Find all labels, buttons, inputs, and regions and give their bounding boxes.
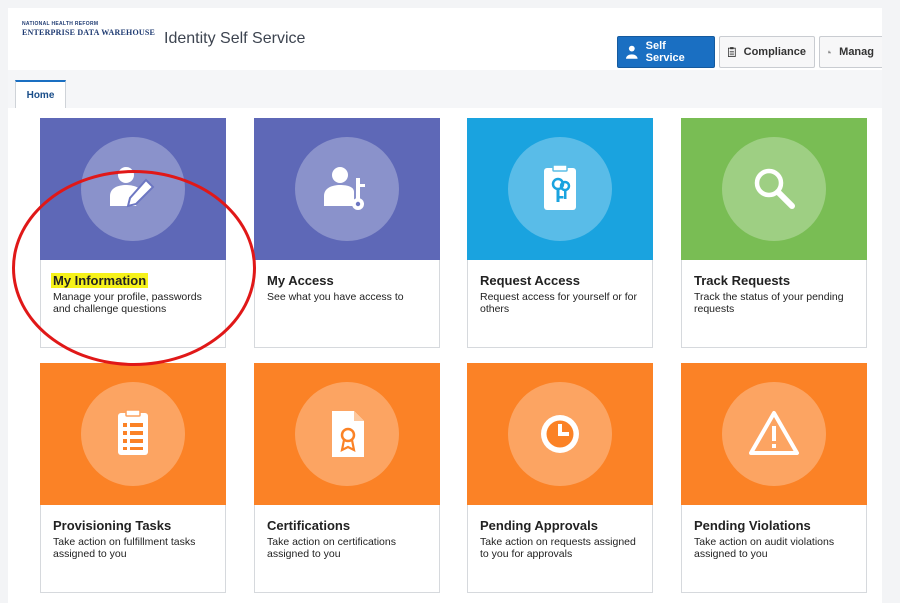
card-banner: [40, 363, 226, 505]
self-service-label: Self Service: [645, 40, 685, 64]
card-banner: [254, 363, 440, 505]
card-description: Take action on requests assigned to you …: [480, 536, 636, 560]
app-frame: NATIONAL HEALTH REFORM ENTERPRISE DATA W…: [0, 0, 900, 603]
card-request-access[interactable]: Request Access Request access for yourse…: [467, 118, 653, 348]
app-header: NATIONAL HEALTH REFORM ENTERPRISE DATA W…: [8, 8, 882, 71]
card-banner: [467, 363, 653, 505]
tab-bar: Home: [8, 70, 882, 109]
magnifier-icon: [754, 168, 795, 209]
logo: NATIONAL HEALTH REFORM ENTERPRISE DATA W…: [22, 22, 155, 37]
card-title: Pending Approvals: [480, 518, 598, 533]
logo-line1: NATIONAL HEALTH REFORM: [22, 21, 99, 27]
icon-circle: [508, 137, 612, 241]
key-card-icon: [544, 164, 576, 210]
card-banner: [467, 118, 653, 260]
card-title: Certifications: [267, 518, 351, 533]
card-title: My Information: [51, 273, 149, 288]
card-banner: [40, 118, 226, 260]
manage-button[interactable]: Manag: [819, 36, 882, 68]
card-provisioning-tasks[interactable]: Provisioning Tasks Take action on fulfil…: [40, 363, 226, 593]
card-my-information[interactable]: My Information Manage your profile, pass…: [40, 118, 226, 348]
icon-circle: [722, 137, 826, 241]
card-description: Take action on audit violations assigned…: [694, 536, 835, 560]
card-title: Provisioning Tasks: [53, 518, 172, 533]
card-track-requests[interactable]: Track Requests Track the status of your …: [681, 118, 867, 348]
card-description: Take action on certifications assigned t…: [267, 536, 396, 560]
clock-icon: [541, 415, 579, 453]
warning-icon: [749, 411, 799, 455]
card-pending-approvals[interactable]: Pending Approvals Take action on request…: [467, 363, 653, 593]
card-certifications[interactable]: Certifications Take action on certificat…: [254, 363, 440, 593]
app-title: Identity Self Service: [164, 30, 306, 47]
card-title: Pending Violations: [694, 518, 811, 533]
icon-circle: [508, 382, 612, 486]
certificate-icon: [332, 411, 364, 457]
dashboard-content: My Information Manage your profile, pass…: [8, 108, 882, 603]
task-list-icon: [118, 409, 148, 455]
card-pending-violations[interactable]: Pending Violations Take action on audit …: [681, 363, 867, 593]
manage-label: Manag: [839, 46, 874, 58]
card-description: Manage your profile, passwords and chall…: [53, 291, 202, 315]
user-edit-icon: [110, 167, 155, 208]
icon-circle: [295, 137, 399, 241]
card-banner: [681, 118, 867, 260]
self-service-button[interactable]: Self Service: [617, 36, 715, 68]
card-banner: [254, 118, 440, 260]
icon-circle: [295, 382, 399, 486]
manage-users-icon: [828, 50, 832, 54]
person-icon: [626, 45, 638, 59]
user-key-icon: [324, 167, 365, 210]
icon-circle: [81, 382, 185, 486]
compliance-button[interactable]: Compliance: [719, 36, 815, 68]
compliance-label: Compliance: [743, 46, 806, 58]
clipboard-icon: [728, 47, 736, 57]
card-my-access[interactable]: My Access See what you have access to: [254, 118, 440, 348]
card-title: Request Access: [480, 273, 580, 288]
icon-circle: [81, 137, 185, 241]
logo-line2: ENTERPRISE DATA WAREHOUSE: [22, 28, 156, 37]
icon-circle: [722, 382, 826, 486]
card-description: Request access for yourself or for other…: [480, 291, 637, 315]
card-description: See what you have access to: [267, 291, 404, 303]
tab-home[interactable]: Home: [15, 80, 66, 108]
card-description: Track the status of your pending request…: [694, 291, 844, 315]
card-banner: [681, 363, 867, 505]
card-title: My Access: [267, 273, 334, 288]
card-description: Take action on fulfillment tasks assigne…: [53, 536, 196, 560]
card-title: Track Requests: [694, 273, 791, 288]
